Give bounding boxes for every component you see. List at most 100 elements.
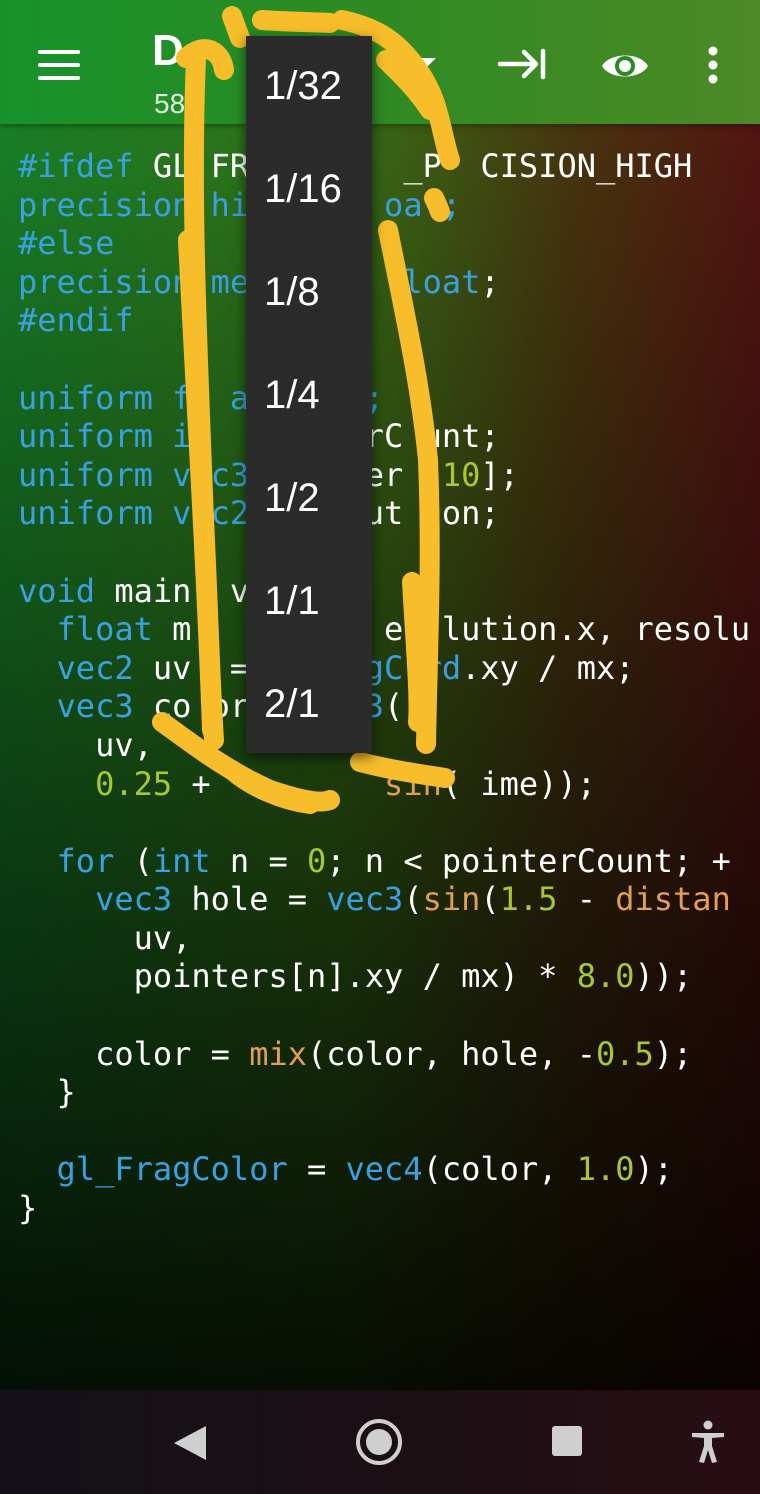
code-token: (color, [422,1150,577,1189]
code-line[interactable]: uniform i rC unt; [18,417,760,456]
code-token: uniform [18,378,153,417]
code-token: int [152,841,211,880]
code-token: l [403,262,423,301]
code-token: vec3 [18,687,134,726]
code-token: vec4 [345,1150,423,1189]
shader-code-editor[interactable]: #ifdef GL FR _P CISION_HIGH precision hi … [18,147,760,1377]
code-line[interactable]: void main vo [18,572,760,611]
code-line[interactable]: vec3 hole = vec3(sin(1.5 - distan [18,880,760,919]
code-token: precision [18,262,192,301]
hamburger-menu-icon[interactable] [38,50,80,80]
back-triangle-icon[interactable] [172,1424,208,1462]
code-token: float [18,610,153,649]
code-token: + [172,764,385,803]
code-token: vec2 [18,648,134,687]
zoom-option-1-2[interactable]: 1/2 [264,476,320,521]
home-circle-icon[interactable] [354,1417,404,1467]
code-token: for [18,841,115,880]
code-token: GL FR _P CISION_HIGH [152,147,693,185]
code-line[interactable]: } [18,1189,760,1228]
code-token: color = [18,1034,250,1073]
code-token: gC rd [364,648,462,687]
code-line[interactable]: color = mix(color, hole, -0.5); [18,1035,760,1074]
zoom-option-2-1[interactable]: 2/1 [264,682,320,727]
zoom-option-1-16[interactable]: 1/16 [264,167,342,212]
shader-title[interactable]: D [152,26,184,76]
zoom-option-1-32[interactable]: 1/32 [264,64,342,109]
zoom-option-1-4[interactable]: 1/4 [264,373,320,418]
code-token: 10 [441,455,481,494]
code-token: distan [615,880,731,919]
code-token: ( [384,687,404,726]
code-line[interactable]: precision hi oat; [18,186,760,225]
code-token: ( ime)); [441,764,596,803]
app-bar: D 58 [0,0,760,124]
code-token: n = [210,841,307,880]
code-line[interactable]: vec3 co or 3( [18,687,760,726]
code-line[interactable]: uniform f a ; [18,379,760,418]
code-line[interactable]: } [18,1073,760,1112]
code-line[interactable]: float m = es lution.x, resolu [18,610,760,649]
zoom-option-1-1[interactable]: 1/1 [264,579,320,624]
code-token: ); [634,1150,674,1189]
code-token: precision [18,185,192,224]
system-nav-bar [0,1390,760,1494]
code-token: mix [249,1034,307,1073]
more-vertical-icon[interactable] [706,46,720,86]
code-token: uv, [18,918,192,957]
code-token: 8.0 [576,957,635,996]
code-token: uniform [18,417,153,456]
code-token: ; [480,262,500,301]
code-token: uniform [18,455,153,494]
code-token: pointers[n].xy / mx) * [18,957,577,996]
code-token: ut on; [364,494,500,533]
code-token: vec3 [326,880,404,919]
recents-square-icon[interactable] [550,1424,584,1458]
code-token: ); [653,1034,693,1073]
code-token: main vo [95,571,269,610]
code-token: sin [384,764,442,803]
accessibility-icon[interactable] [690,1420,726,1464]
code-token: = [287,1150,346,1189]
code-line[interactable]: 0.25 + sin( ime)); [18,765,760,804]
code-token: sin [422,880,481,919]
insert-tab-icon[interactable] [498,44,548,84]
code-token: 0.5 [595,1034,654,1073]
code-token: 1.0 [576,1150,635,1189]
code-token: #endif [18,301,134,340]
code-token: (color, hole, - [306,1034,596,1073]
code-token: vec3 [18,880,173,919]
eye-icon[interactable] [600,44,650,88]
code-line[interactable] [18,533,760,572]
code-token: ; n < pointerCount; + [326,841,731,880]
code-token: m = es lution.x, resolu [152,610,751,649]
code-line[interactable]: pointers[n].xy / mx) * 8.0)); [18,957,760,996]
code-token: 0.25 [95,764,173,803]
code-line[interactable]: gl_FragColor = vec4(color, 1.0); [18,1150,760,1189]
code-token: gl_FragColor [18,1150,288,1189]
code-line[interactable]: uniform v c3 er [10]; [18,456,760,495]
code-token: uniform [18,494,153,533]
code-line[interactable]: uniform v c2 ut on; [18,494,760,533]
code-token: .xy / mx; [461,648,635,687]
code-token: ( [403,880,423,919]
code-line[interactable] [18,996,760,1035]
code-line[interactable]: vec2 uv = gC rd.xy / mx; [18,649,760,688]
code-line[interactable]: #endif [18,301,760,340]
code-line[interactable]: uv, [18,726,760,765]
code-line[interactable]: for (int n = 0; n < pointerCount; + [18,842,760,881]
code-token: [ [422,455,442,494]
code-token: #else [18,224,115,263]
dropdown-arrow-icon[interactable] [408,58,436,72]
code-line[interactable]: uv, [18,919,760,958]
code-line[interactable]: precision me float; [18,263,760,302]
code-line[interactable] [18,340,760,379]
code-line[interactable] [18,803,760,842]
code-line[interactable]: #ifdef GL FR _P CISION_HIGH [18,147,760,186]
code-line[interactable]: #else [18,224,760,263]
code-line[interactable] [18,1112,760,1151]
code-token: } [18,1073,76,1112]
zoom-option-1-8[interactable]: 1/8 [264,270,320,315]
code-token: uv, [18,725,153,764]
